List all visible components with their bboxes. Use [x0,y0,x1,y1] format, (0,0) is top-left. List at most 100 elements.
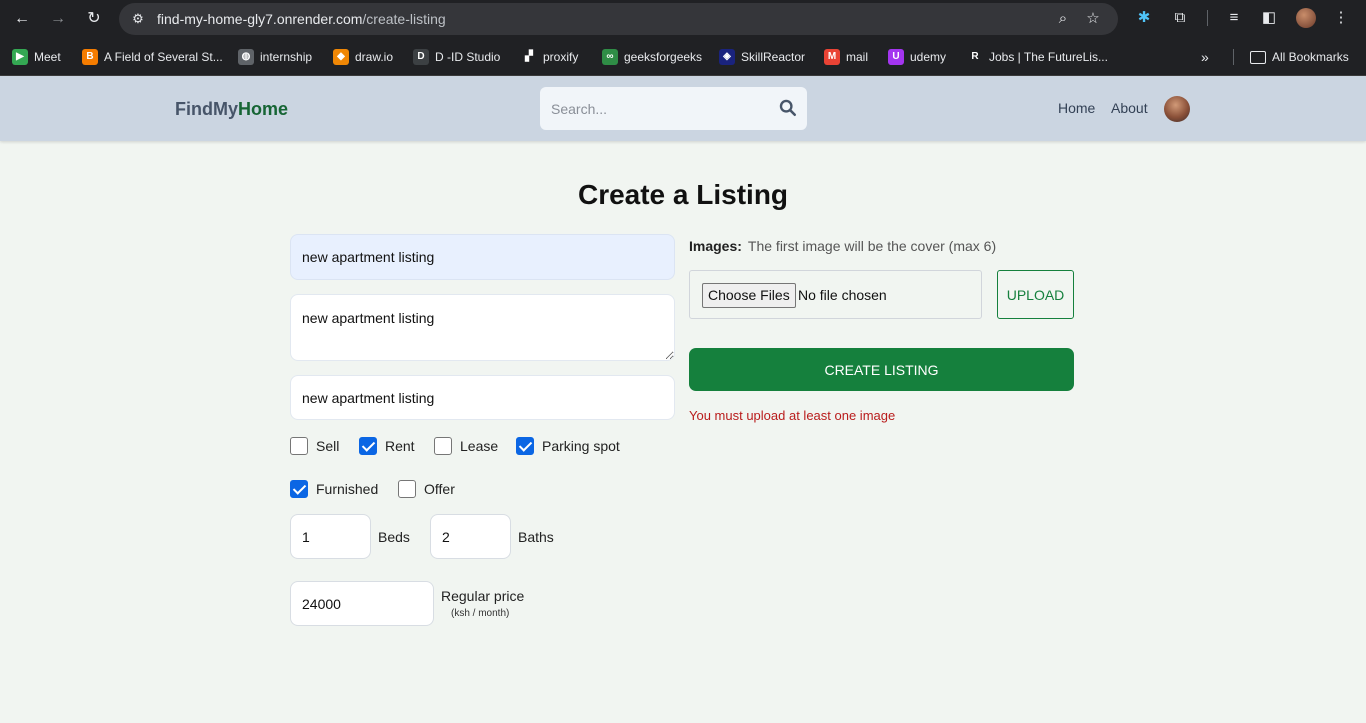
error-message: You must upload at least one image [689,408,896,423]
upload-button[interactable]: UPLOAD [997,270,1074,319]
bookmark-label: mail [846,50,869,64]
regular-price-input[interactable] [290,581,434,626]
bookmark-favicon-icon: B [82,49,98,65]
star-icon[interactable]: ☆ [1084,10,1102,28]
bookmark-item[interactable]: D D -ID Studio [413,47,500,67]
checkbox-offer-box[interactable] [398,480,416,498]
checkbox-rent-label: Rent [385,438,415,454]
checkbox-offer-label: Offer [424,481,455,497]
bookmark-favicon-icon: M [824,49,840,65]
checkbox-offer[interactable]: Offer [398,480,455,498]
media-icon[interactable]: ≡ [1224,8,1244,28]
checkbox-rent[interactable]: Rent [359,437,415,455]
profile-avatar[interactable] [1296,8,1316,28]
bookmark-favicon-icon: D [413,49,429,65]
checkbox-parking-label: Parking spot [542,438,620,454]
bookmark-item[interactable]: ∞ geeksforgeeks [602,47,702,67]
bookmark-favicon-icon: ◍ [238,49,254,65]
site-logo[interactable]: FindMyHome [175,98,288,120]
bookmark-label: Jobs | The FutureLis... [989,50,1108,64]
regular-price-label: Regular price [441,588,525,604]
bookmark-item[interactable]: ◈ SkillReactor [719,47,805,67]
all-bookmarks-folder[interactable]: All Bookmarks [1250,47,1349,67]
address-input[interactable] [290,375,675,420]
images-label: Images: The first image will be the cover… [689,238,996,255]
checkbox-furnished-box[interactable] [290,480,308,498]
bookmark-favicon-icon: ◆ [333,49,349,65]
bookmark-label: A Field of Several St... [104,50,223,64]
bookmark-favicon-icon: ∞ [602,49,618,65]
bookmark-item[interactable]: ◆ draw.io [333,47,393,67]
site-settings-icon[interactable]: ⚙ [129,10,147,28]
bookmark-favicon-icon: ▶ [12,49,28,65]
file-picker: Choose Files No file chosen [689,270,982,319]
file-status: No file chosen [798,287,887,303]
bookmark-item[interactable]: R Jobs | The FutureLis... [967,47,1108,67]
nav-about-link[interactable]: About [1111,100,1148,117]
beds-input[interactable] [290,514,371,559]
extension-icon[interactable]: ✱ [1134,8,1154,28]
bookmark-item[interactable]: ◍ internship [238,47,312,67]
bookmark-label: Meet [34,50,61,64]
side-panel-icon[interactable]: ◧ [1259,8,1279,28]
bookmark-label: udemy [910,50,947,64]
choose-files-button[interactable]: Choose Files [702,283,796,308]
listing-name-input[interactable] [290,234,675,280]
nav-home-link[interactable]: Home [1058,100,1095,117]
checkbox-furnished[interactable]: Furnished [290,480,378,498]
baths-input[interactable] [430,514,511,559]
bookmark-item[interactable]: Uudemy [888,47,946,67]
bookmark-item[interactable]: B A Field of Several St... [82,47,223,67]
images-hint: The first image will be the cover (max 6… [747,238,997,254]
address-bar[interactable]: ⚙ find-my-home-gly7.onrender.com/create-… [119,3,1118,35]
puzzle-icon[interactable]: ⧉ [1170,8,1190,28]
zoom-icon[interactable]: ⌕ [1054,10,1072,28]
bookmark-favicon-icon: ▞ [521,49,537,65]
bookmark-label: SkillReactor [741,50,806,64]
checkbox-rent-box[interactable] [359,437,377,455]
description-textarea[interactable]: new apartment listing [290,294,675,361]
checkbox-sell-label: Sell [316,438,340,454]
bookmark-label: proxify [543,50,579,64]
images-heading: Images: [689,238,742,254]
more-bookmarks-icon[interactable]: » [1201,47,1209,67]
bookmark-item[interactable]: Mmail [824,47,868,67]
bookmark-item[interactable]: ▞ proxify [521,47,578,67]
beds-label: Beds [378,529,410,545]
create-listing-button[interactable]: CREATE LISTING [689,348,1074,391]
user-avatar[interactable] [1164,96,1190,122]
checkbox-sell[interactable]: Sell [290,437,339,455]
checkbox-parking[interactable]: Parking spot [516,437,620,455]
logo-part-1: FindMy [175,99,238,119]
checkbox-furnished-label: Furnished [316,481,379,497]
checkbox-lease-label: Lease [460,438,499,454]
checkbox-lease[interactable]: Lease [434,437,498,455]
bookmark-favicon-icon: U [888,49,904,65]
reload-icon[interactable]: ↻ [83,8,105,30]
back-arrow-icon[interactable]: ← [11,8,33,30]
search-icon[interactable] [779,99,797,117]
forward-arrow-icon[interactable]: → [47,8,69,30]
logo-part-2: Home [238,99,289,119]
bookmark-label: draw.io [355,50,394,64]
checkbox-lease-box[interactable] [434,437,452,455]
page-title: Create a Listing [577,179,789,210]
search-input[interactable] [540,87,770,130]
folder-icon [1250,50,1266,64]
menu-dots-icon[interactable]: ⋮ [1331,8,1351,28]
browser-toolbar: ← → ↻ ⚙ find-my-home-gly7.onrender.com/c… [0,0,1366,38]
bookmark-label: D -ID Studio [435,50,501,64]
site-header: FindMyHome Home About [0,76,1366,141]
bookmark-favicon-icon: ◈ [719,49,735,65]
price-unit-label: (ksh / month) [451,608,510,619]
checkbox-parking-box[interactable] [516,437,534,455]
bookmark-label: geeksforgeeks [624,50,703,64]
all-bookmarks-label: All Bookmarks [1272,50,1349,64]
bookmarks-bar: ▶ Meet B A Field of Several St... ◍ internshi… [0,38,1366,76]
url-text[interactable]: find-my-home-gly7.onrender.com/create-li… [157,10,446,28]
toolbar-divider [1207,10,1208,26]
checkbox-sell-box[interactable] [290,437,308,455]
bookmark-favicon-icon: R [967,49,983,65]
bookmark-item[interactable]: ▶ Meet [12,47,61,67]
bookmark-label: internship [260,50,313,64]
